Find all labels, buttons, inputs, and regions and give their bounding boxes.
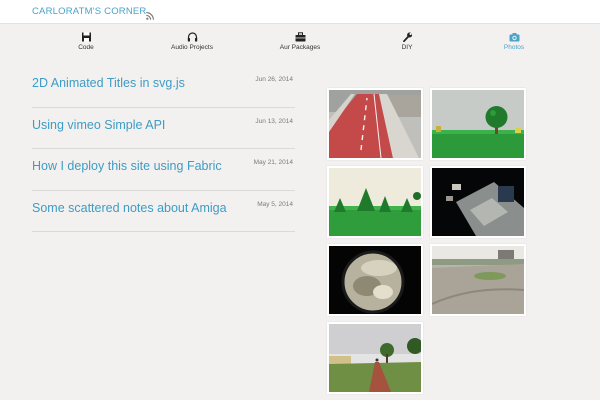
- photo-thumbnail-dark-desk[interactable]: [430, 166, 526, 238]
- nav-item-aur-packages[interactable]: Aur Packages: [245, 32, 355, 51]
- post-title-link[interactable]: Some scattered notes about Amiga: [32, 201, 227, 215]
- wrench-icon: [402, 32, 412, 42]
- photo-lego-tree: [432, 90, 524, 158]
- briefcase-icon: [295, 32, 305, 42]
- post-list: 2D Animated Titles in svg.js Jun 26, 201…: [32, 66, 295, 232]
- nav-label: DIY: [401, 44, 413, 51]
- photo-lego-pine-trees: [329, 168, 421, 236]
- site-title[interactable]: CARLORATM'S CORNER: [32, 6, 147, 17]
- top-bar: CARLORATM'S CORNER: [0, 0, 600, 24]
- post-title-link[interactable]: Using vimeo Simple API: [32, 118, 165, 132]
- post-date: Jun 26, 2014: [255, 76, 293, 83]
- post-date: May 5, 2014: [257, 200, 293, 208]
- photo-thumbnail-bike-lane[interactable]: [327, 88, 423, 160]
- nav-label: Code: [78, 44, 94, 51]
- post-item: Using vimeo Simple API Jun 13, 2014: [32, 108, 295, 149]
- post-title-link[interactable]: 2D Animated Titles in svg.js: [32, 76, 185, 90]
- photo-microscope-view: [329, 246, 421, 314]
- nav-label: Aur Packages: [279, 44, 321, 51]
- post-item: 2D Animated Titles in svg.js Jun 26, 201…: [32, 66, 295, 108]
- category-nav: Code Audio Projects Aur Packages DIY Pho…: [0, 32, 600, 58]
- photo-dirt-field: [432, 246, 524, 314]
- nav-item-diy[interactable]: DIY: [352, 32, 462, 51]
- post-item: How I deploy this site using Fabric May …: [32, 149, 295, 191]
- photo-thumbnail-lego-tree[interactable]: [430, 88, 526, 160]
- post-date: May 21, 2014: [253, 159, 293, 166]
- nav-item-photos[interactable]: Photos: [459, 32, 569, 51]
- nav-item-code[interactable]: Code: [31, 32, 141, 51]
- post-item: Some scattered notes about Amiga May 5, …: [32, 191, 295, 232]
- photo-dark-desk-laptop: [432, 168, 524, 236]
- camera-icon: [509, 33, 519, 42]
- nav-item-audio-projects[interactable]: Audio Projects: [137, 32, 247, 51]
- rss-feed-icon[interactable]: [146, 7, 154, 20]
- headphones-icon: [187, 32, 197, 42]
- nav-label: Photos: [503, 44, 525, 51]
- nav-label: Audio Projects: [171, 44, 213, 51]
- post-title-link[interactable]: How I deploy this site using Fabric: [32, 159, 222, 173]
- photo-tree-lined-path: [329, 324, 421, 392]
- photo-bike-lane-street: [329, 90, 421, 158]
- floppy-disk-icon: [81, 32, 91, 42]
- photo-thumbnail-dirt-field[interactable]: [430, 244, 526, 316]
- photo-thumbnail-microscope[interactable]: [327, 244, 423, 316]
- photo-thumbnail-tree-path[interactable]: [327, 322, 423, 394]
- photo-thumbnail-lego-pines[interactable]: [327, 166, 423, 238]
- post-date: Jun 13, 2014: [255, 117, 293, 125]
